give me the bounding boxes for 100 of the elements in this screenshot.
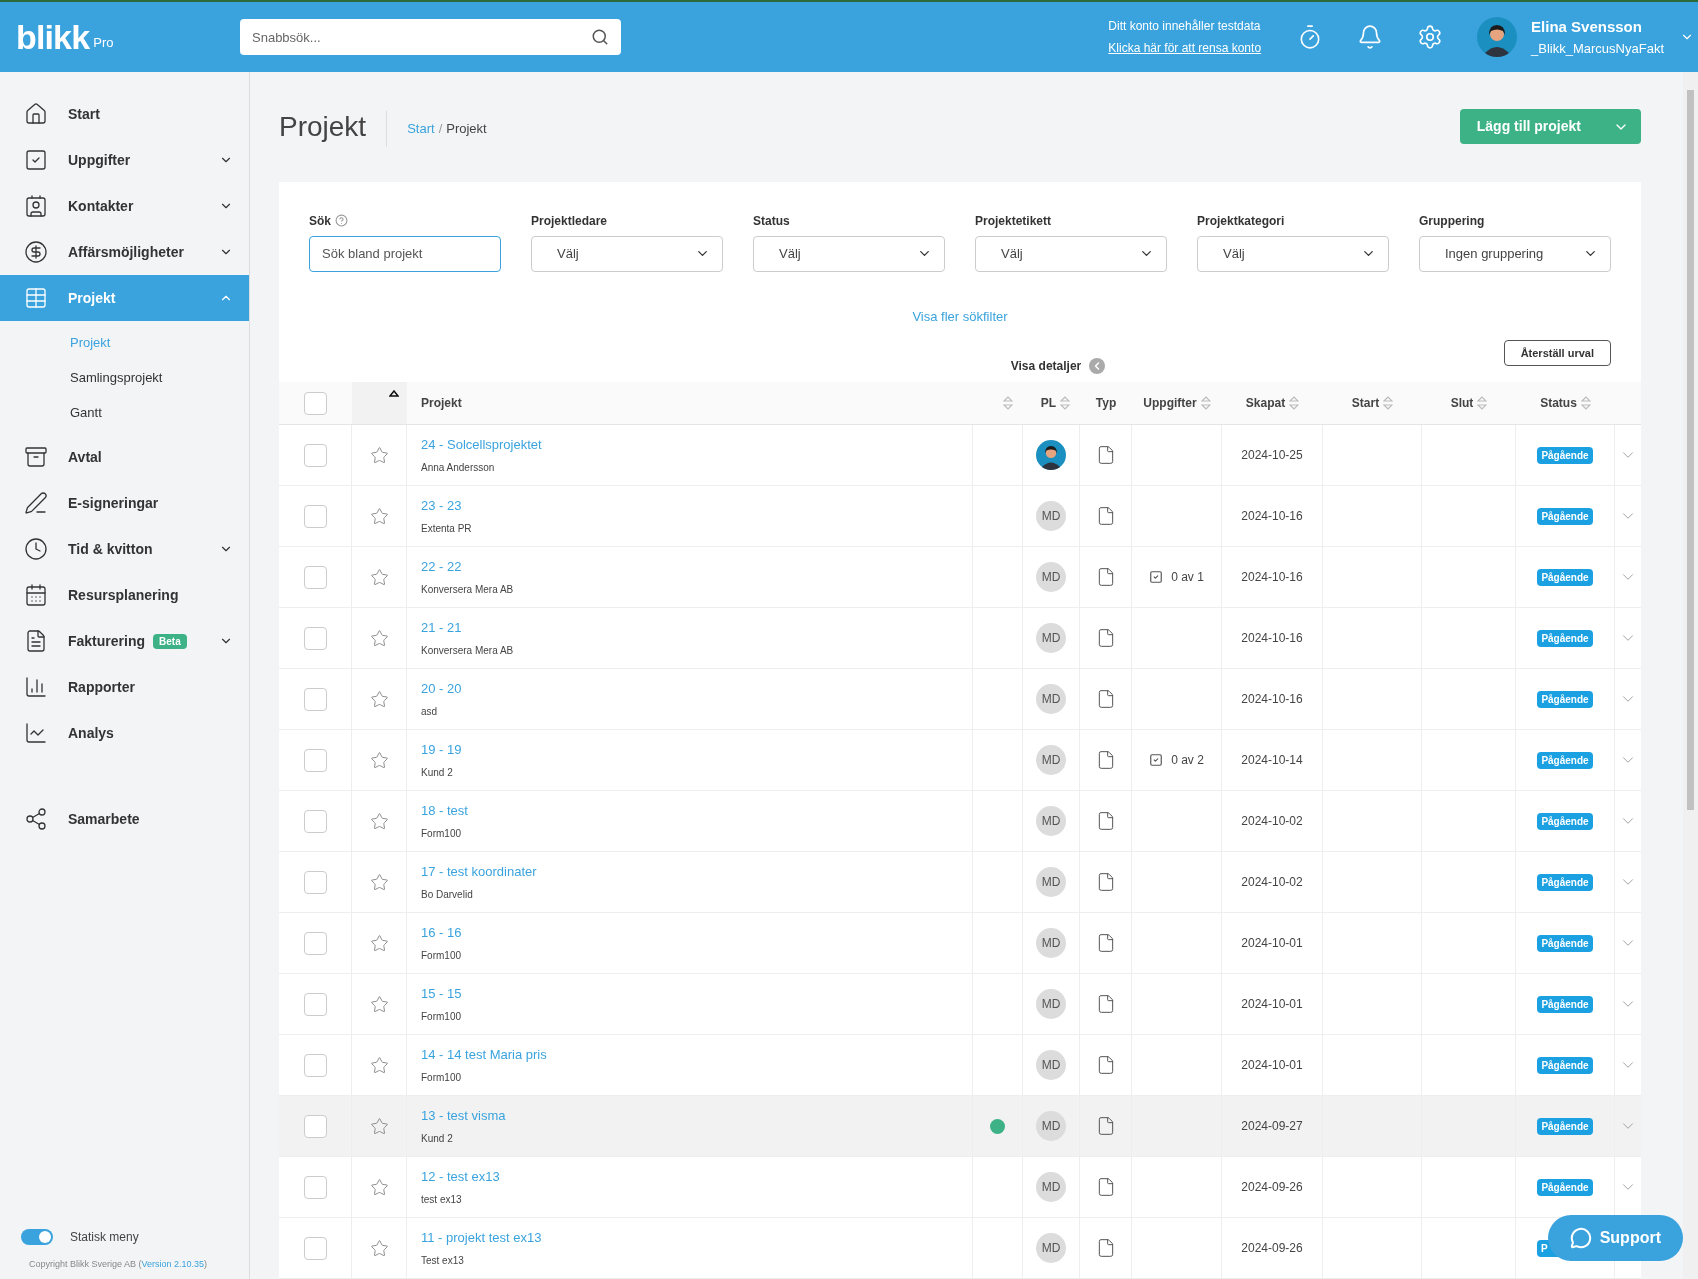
initials-avatar: MD [1036, 745, 1066, 775]
filter-dropdown[interactable]: Välj [753, 235, 945, 272]
sort-icon[interactable] [1289, 396, 1300, 410]
row-checkbox[interactable] [303, 626, 327, 650]
row-checkbox[interactable] [303, 504, 327, 528]
initials-avatar: MD [1036, 989, 1066, 1019]
sidebar-item[interactable]: Rapporter [0, 664, 249, 710]
toggle-switch[interactable] [21, 1228, 53, 1245]
star-icon[interactable] [369, 994, 389, 1014]
submenu-item[interactable]: Gantt [0, 395, 249, 430]
column-header[interactable]: Skapat [1245, 394, 1286, 412]
row-checkbox[interactable] [303, 1175, 327, 1199]
status-badge: Pågående [1537, 507, 1593, 525]
settings-icon[interactable] [1417, 24, 1444, 50]
row-checkbox[interactable] [303, 809, 327, 833]
initials-avatar: MD [1036, 1111, 1066, 1141]
star-icon[interactable] [369, 689, 389, 709]
client-name: Form100 [421, 1071, 462, 1086]
star-icon[interactable] [369, 872, 389, 892]
column-header[interactable]: PL [1040, 394, 1057, 412]
select-all-checkbox[interactable] [304, 391, 327, 415]
filter-dropdown[interactable]: Välj [1197, 235, 1389, 272]
table-row[interactable]: 23 - 23 Extenta PR MD 2024-10-16 Pågående [279, 486, 1641, 547]
sidebar-item[interactable]: Samarbete [0, 796, 249, 842]
project-search-field[interactable]: Sök bland projekt [309, 235, 501, 272]
row-checkbox[interactable] [303, 565, 327, 589]
breadcrumb-separator: / [438, 120, 443, 138]
star-icon[interactable] [369, 933, 389, 953]
row-checkbox[interactable] [303, 1236, 327, 1260]
sidebar-item[interactable]: Tid & kvitton [0, 526, 249, 572]
star-icon[interactable] [369, 811, 389, 831]
star-icon[interactable] [369, 567, 389, 587]
table-row[interactable]: 18 - test Form100 MD 2024-10-02 Pågående [279, 791, 1641, 852]
star-icon[interactable] [369, 628, 389, 648]
sidebar-item[interactable]: Kontakter [0, 183, 249, 229]
created-date: 2024-10-16 [1241, 691, 1303, 708]
table-row[interactable]: 13 - test visma Kund 2 MD 2024-09-27 Pågående [279, 1096, 1641, 1157]
row-checkbox[interactable] [303, 687, 327, 711]
column-header[interactable]: Uppgifter [1143, 394, 1197, 412]
sort-icon[interactable] [1003, 396, 1013, 410]
table-row[interactable]: 17 - test koordinater Bo Darvelid MD 2024-10-02 Pågående [279, 852, 1641, 913]
column-header[interactable]: Projekt [421, 394, 462, 412]
star-icon[interactable] [369, 1055, 389, 1075]
row-checkbox[interactable] [303, 1053, 327, 1077]
quick-search-field[interactable]: Snabbsök... [240, 19, 621, 55]
created-date: 2024-10-16 [1241, 569, 1303, 586]
star-icon[interactable] [369, 445, 389, 465]
table-row[interactable]: 15 - 15 Form100 MD 2024-10-01 Pågående [279, 974, 1641, 1035]
row-checkbox[interactable] [303, 931, 327, 955]
initials-avatar: MD [1036, 1172, 1066, 1202]
row-checkbox[interactable] [303, 992, 327, 1016]
sidebar-item[interactable]: Resursplanering [0, 572, 249, 618]
sidebar-item[interactable]: Uppgifter [0, 137, 249, 183]
row-checkbox[interactable] [303, 443, 327, 467]
reset-button[interactable]: Återställ urval [1503, 340, 1611, 366]
sort-icon[interactable] [1580, 396, 1591, 410]
sidebar-item[interactable]: Start [0, 91, 249, 137]
submenu-item[interactable]: Samlingsprojekt [0, 360, 249, 395]
sidebar-item[interactable]: Affärsmöjligheter [0, 229, 249, 275]
column-header[interactable]: Start [1351, 394, 1380, 412]
star-icon[interactable] [369, 1238, 389, 1258]
table-row[interactable]: 19 - 19 Kund 2 MD 0 av 2 2024-10-14 Pågående [279, 730, 1641, 791]
star-icon[interactable] [369, 1177, 389, 1197]
column-header[interactable]: Typ [1095, 394, 1117, 412]
star-icon[interactable] [369, 1116, 389, 1136]
row-checkbox[interactable] [303, 870, 327, 894]
row-checkbox[interactable] [303, 1114, 327, 1138]
scrollbar[interactable] [1683, 72, 1698, 1279]
sort-icon[interactable] [1383, 396, 1394, 410]
sort-icon[interactable] [1200, 396, 1211, 410]
collapse-toggle[interactable] [1089, 358, 1106, 374]
filter-dropdown[interactable]: Välj [975, 235, 1167, 272]
table-row[interactable]: 20 - 20 asd MD 2024-10-16 Pågående [279, 669, 1641, 730]
star-icon[interactable] [369, 750, 389, 770]
status-badge: Pågående [1537, 873, 1593, 891]
sort-icon[interactable] [1060, 396, 1071, 410]
sidebar-item[interactable]: E-signeringar [0, 480, 249, 526]
task-count: 0 av 2 [1171, 752, 1204, 769]
table-row[interactable]: 24 - Solcellsprojektet Anna Andersson 2024-10-25 Pågående [279, 425, 1641, 486]
created-date: 2024-09-26 [1241, 1179, 1303, 1196]
column-header[interactable]: Slut [1450, 394, 1474, 412]
sidebar-item[interactable]: Fakturering Beta [0, 618, 249, 664]
search-icon[interactable] [591, 28, 609, 46]
row-checkbox[interactable] [303, 748, 327, 772]
table-row[interactable]: 14 - 14 test Maria pris Form100 MD 2024-10-01 Pågående [279, 1035, 1641, 1096]
sidebar-label: Projekt [68, 288, 116, 308]
filter-dropdown[interactable]: Ingen gruppering [1419, 235, 1611, 272]
table-row[interactable]: 21 - 21 Konversera Mera AB MD 2024-10-16 Pågående [279, 608, 1641, 669]
sidebar-item[interactable]: Analys [0, 710, 249, 756]
filter-label: Projektkategori [1197, 212, 1285, 230]
table-row[interactable]: 22 - 22 Konversera Mera AB MD 0 av 1 2024-10-16 Pågående [279, 547, 1641, 608]
sort-ascending-icon[interactable] [389, 390, 399, 397]
help-icon[interactable] [335, 214, 348, 227]
column-header[interactable]: Status [1540, 394, 1577, 412]
sort-icon[interactable] [1477, 396, 1488, 410]
sidebar-item[interactable]: Avtal [0, 434, 249, 480]
star-icon[interactable] [369, 506, 389, 526]
client-name: Kund 2 [421, 1132, 454, 1147]
table-row[interactable]: 16 - 16 Form100 MD 2024-10-01 Pågående [279, 913, 1641, 974]
filter-dropdown[interactable]: Välj [531, 235, 723, 272]
